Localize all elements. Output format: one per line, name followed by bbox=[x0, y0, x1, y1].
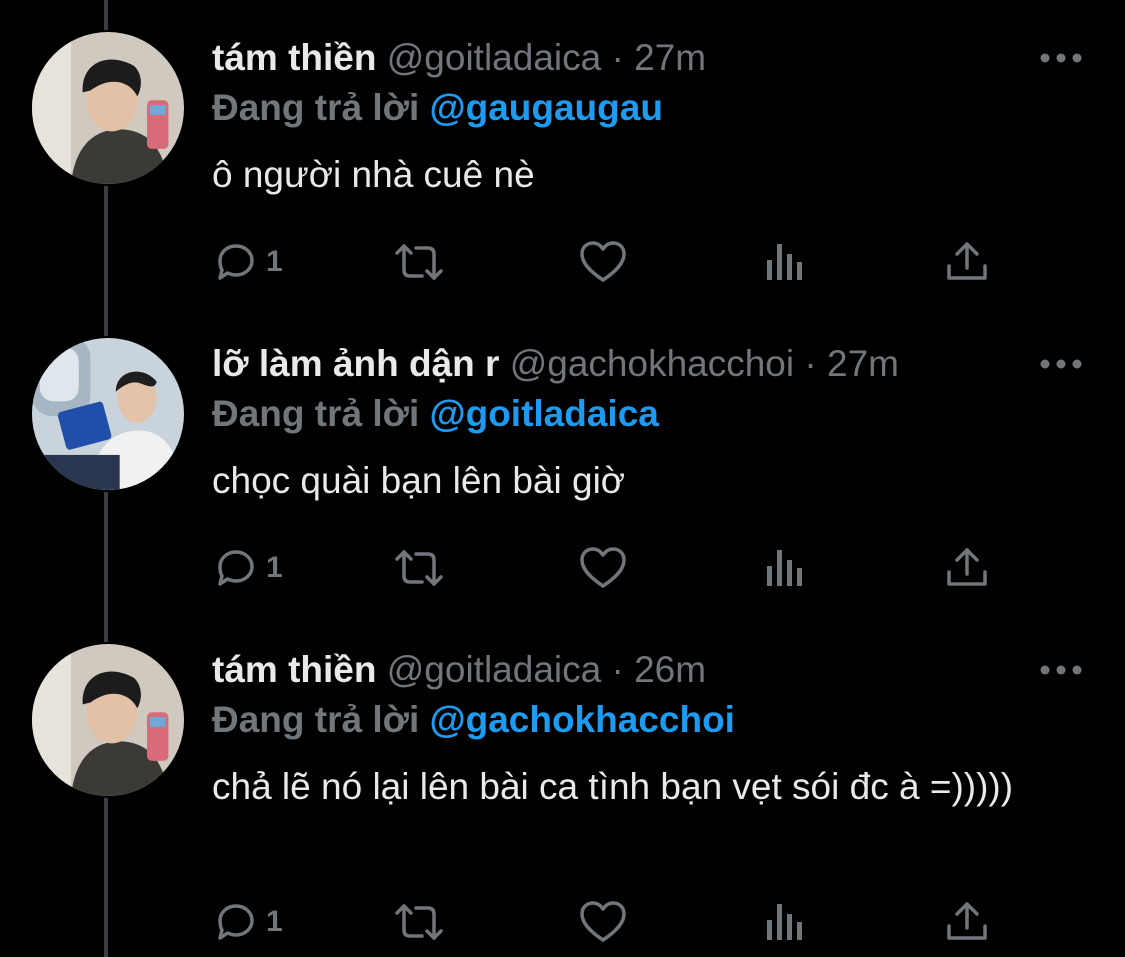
reply-count: 1 bbox=[266, 905, 283, 938]
user-handle[interactable]: @goitladaica bbox=[387, 37, 601, 78]
like-icon bbox=[580, 547, 626, 588]
share-icon bbox=[947, 902, 987, 940]
avatar-photo-icon bbox=[32, 32, 184, 184]
tweet-text: chả lẽ nó lại lên bài ca tình bạn vẹt só… bbox=[212, 766, 1014, 807]
avatar[interactable] bbox=[30, 30, 186, 186]
avatar[interactable] bbox=[30, 336, 186, 492]
share-icon bbox=[947, 548, 987, 586]
reply-count: 1 bbox=[266, 245, 283, 278]
retweet-button[interactable] bbox=[392, 896, 446, 948]
retweet-button[interactable] bbox=[392, 542, 446, 594]
separator-dot: · bbox=[611, 649, 624, 690]
replying-to-label: Đang trả lời bbox=[212, 87, 420, 128]
views-icon bbox=[767, 244, 802, 280]
tweet-header: tám thiền @goitladaica · 27m bbox=[212, 36, 706, 80]
more-options-icon[interactable] bbox=[1037, 348, 1085, 380]
views-icon bbox=[767, 550, 802, 586]
separator-dot: · bbox=[611, 37, 624, 78]
timestamp[interactable]: 27m bbox=[634, 37, 706, 78]
avatar[interactable] bbox=[30, 642, 186, 798]
share-icon bbox=[947, 242, 987, 280]
display-name[interactable]: tám thiền bbox=[212, 37, 376, 78]
reply-icon bbox=[218, 550, 254, 586]
like-icon bbox=[580, 901, 626, 942]
like-button[interactable] bbox=[578, 896, 628, 948]
avatar-photo-icon bbox=[32, 644, 184, 796]
share-button[interactable] bbox=[944, 896, 990, 948]
timestamp[interactable]: 26m bbox=[634, 649, 706, 690]
replying-to: Đang trả lời @gaugaugau bbox=[212, 86, 663, 130]
reply-button[interactable]: 1 bbox=[212, 896, 283, 948]
retweet-icon bbox=[395, 904, 443, 940]
reply-button[interactable]: 1 bbox=[212, 542, 283, 594]
more-options-icon[interactable] bbox=[1037, 42, 1085, 74]
retweet-icon bbox=[395, 244, 443, 280]
avatar-photo-icon bbox=[32, 338, 184, 490]
more-options-icon[interactable] bbox=[1037, 654, 1085, 686]
tweet[interactable]: lỡ làm ảnh dận r @gachokhacchoi · 27m Đa… bbox=[0, 306, 1125, 612]
replying-to: Đang trả lời @goitladaica bbox=[212, 392, 659, 436]
replying-to-handle[interactable]: @gaugaugau bbox=[430, 87, 663, 128]
share-button[interactable] bbox=[944, 542, 990, 594]
tweet-text: chọc quài bạn lên bài giờ bbox=[212, 460, 626, 501]
replying-to: Đang trả lời @gachokhacchoi bbox=[212, 698, 735, 742]
replying-to-handle[interactable]: @goitladaica bbox=[430, 393, 659, 434]
share-button[interactable] bbox=[944, 236, 990, 288]
tweet-header: tám thiền @goitladaica · 26m bbox=[212, 648, 706, 692]
user-handle[interactable]: @goitladaica bbox=[387, 649, 601, 690]
tweet-text: ô người nhà cuê nè bbox=[212, 154, 535, 195]
action-bar: 1 bbox=[212, 542, 1002, 594]
retweet-button[interactable] bbox=[392, 236, 446, 288]
replying-to-handle[interactable]: @gachokhacchoi bbox=[430, 699, 735, 740]
user-handle[interactable]: @gachokhacchoi bbox=[510, 343, 794, 384]
timestamp[interactable]: 27m bbox=[827, 343, 899, 384]
reply-count: 1 bbox=[266, 551, 283, 584]
reply-icon bbox=[218, 244, 254, 280]
retweet-icon bbox=[395, 550, 443, 586]
replying-to-label: Đang trả lời bbox=[212, 699, 420, 740]
replying-to-label: Đang trả lời bbox=[212, 393, 420, 434]
action-bar: 1 bbox=[212, 896, 1002, 948]
tweet[interactable]: tám thiền @goitladaica · 26m Đang trả lờ… bbox=[0, 612, 1125, 942]
action-bar: 1 bbox=[212, 236, 1002, 288]
views-button[interactable] bbox=[764, 896, 806, 948]
like-button[interactable] bbox=[578, 236, 628, 288]
like-icon bbox=[580, 241, 626, 282]
display-name[interactable]: lỡ làm ảnh dận r bbox=[212, 343, 499, 384]
tweet-header: lỡ làm ảnh dận r @gachokhacchoi · 27m bbox=[212, 342, 899, 386]
tweet[interactable]: tám thiền @goitladaica · 27m Đang trả lờ… bbox=[0, 0, 1125, 306]
like-button[interactable] bbox=[578, 542, 628, 594]
views-icon bbox=[767, 904, 802, 940]
reply-button[interactable]: 1 bbox=[212, 236, 283, 288]
views-button[interactable] bbox=[764, 542, 806, 594]
separator-dot: · bbox=[804, 343, 817, 384]
views-button[interactable] bbox=[764, 236, 806, 288]
reply-icon bbox=[218, 904, 254, 940]
display-name[interactable]: tám thiền bbox=[212, 649, 376, 690]
